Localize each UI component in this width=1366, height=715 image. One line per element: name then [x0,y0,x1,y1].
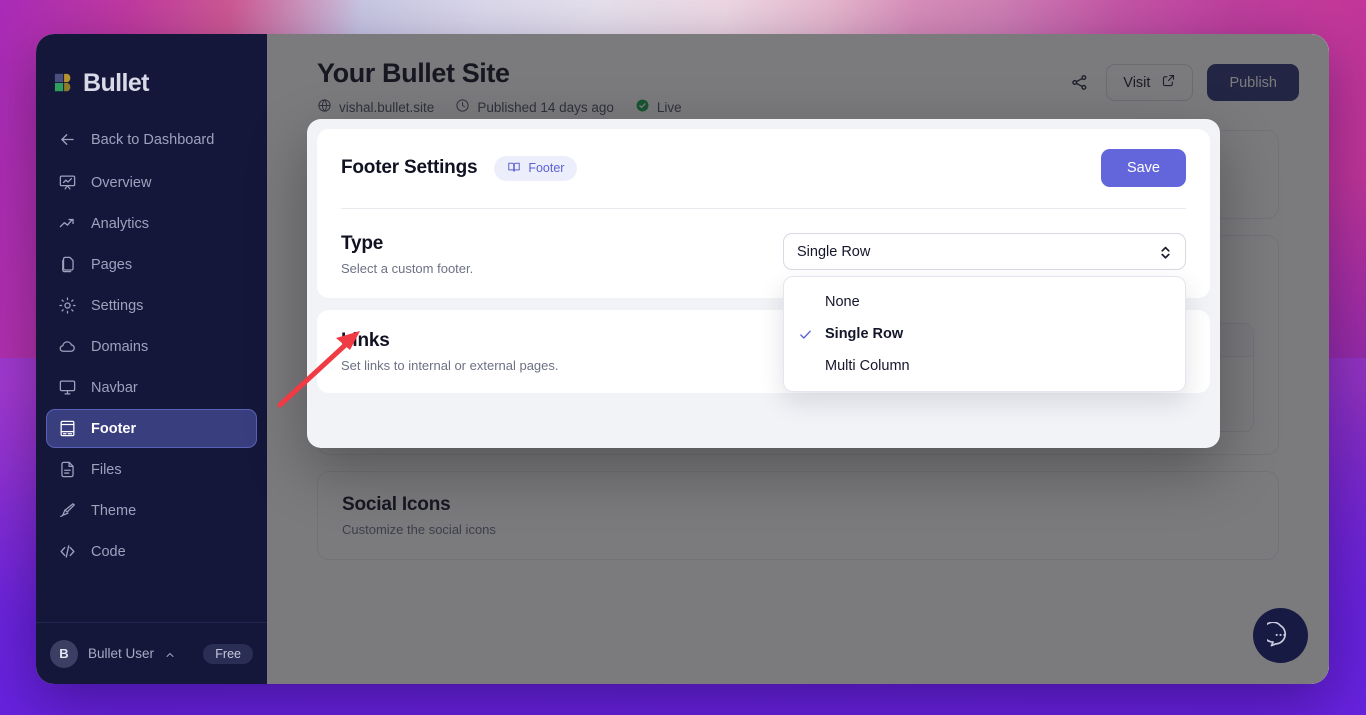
footer-settings-modal: Footer Settings Footer Save Type Select … [307,119,1220,448]
brand-logo[interactable]: Bullet [36,34,267,106]
file-icon [57,460,77,480]
cloud-icon [57,337,77,357]
sidebar-item-footer[interactable]: Footer [46,409,257,448]
chevron-up-icon[interactable] [164,648,176,660]
dropdown-option-none[interactable]: None [784,286,1185,318]
user-name: Bullet User [88,646,155,661]
monitor-icon [57,378,77,398]
chat-bubble-icon[interactable] [1253,608,1308,663]
sidebar: Bullet Back to Dashboard Overview Analyt [36,34,267,684]
sidebar-item-navbar[interactable]: Navbar [46,368,257,407]
dropdown-option-label: None [825,294,860,310]
brand-name: Bullet [83,68,149,97]
plan-badge[interactable]: Free [203,643,253,664]
footer-type-selected-value: Single Row [797,243,871,260]
documents-icon [57,255,77,275]
presentation-chart-icon [57,173,77,193]
sidebar-item-back-to-dashboard[interactable]: Back to Dashboard [46,120,257,159]
footer-docs-badge[interactable]: Footer [494,155,578,181]
sidebar-item-analytics[interactable]: Analytics [46,204,257,243]
code-brackets-icon [57,542,77,562]
footer-type-select[interactable]: Single Row [783,233,1186,270]
sidebar-item-label: Analytics [91,215,150,232]
sidebar-item-label: Code [91,543,126,560]
chevron-updown-icon [1159,244,1172,259]
sidebar-item-label: Settings [91,297,144,314]
gear-icon [57,296,77,316]
sidebar-user-section[interactable]: B Bullet User Free [36,622,267,684]
sidebar-item-label: Footer [91,420,137,437]
sidebar-item-files[interactable]: Files [46,450,257,489]
sidebar-item-overview[interactable]: Overview [46,163,257,202]
book-icon [507,160,521,177]
sidebar-item-label: Navbar [91,379,138,396]
modal-header-card: Footer Settings Footer Save Type Select … [317,129,1210,392]
dropdown-option-single-row[interactable]: Single Row [784,318,1185,350]
sidebar-item-theme[interactable]: Theme [46,491,257,530]
sidebar-item-label: Pages [91,256,133,273]
check-placeholder [798,295,813,310]
paintbrush-icon [57,501,77,521]
avatar: B [50,639,78,668]
sidebar-item-label: Theme [91,502,137,519]
modal-type-heading: Type [341,233,384,254]
save-button[interactable]: Save [1100,149,1186,187]
footer-type-dropdown: None Single Row Multi Column [783,276,1186,392]
footer-docs-badge-label: Footer [528,161,565,175]
type-setting-text: Type Select a custom footer. [341,233,473,276]
dropdown-option-multi-column[interactable]: Multi Column [784,350,1185,382]
sidebar-item-label: Back to Dashboard [91,131,215,148]
sidebar-nav: Back to Dashboard Overview Analytics Pag… [36,120,267,571]
modal-type-description: Select a custom footer. [341,261,474,276]
sidebar-item-pages[interactable]: Pages [46,245,257,284]
modal-title-wrap: Footer Settings Footer [341,155,578,181]
sidebar-item-domains[interactable]: Domains [46,327,257,366]
sidebar-item-label: Domains [91,338,149,355]
sidebar-item-label: Overview [91,174,152,191]
trending-up-icon [57,214,77,234]
arrow-left-icon [57,130,77,150]
footer-layout-icon [57,419,77,439]
check-placeholder [798,359,813,374]
type-setting-row: Type Select a custom footer. Single Row … [341,209,1186,392]
dropdown-option-label: Single Row [825,326,904,342]
footer-type-select-wrap: Single Row None Single Row Multi Column [783,233,1186,392]
sidebar-item-settings[interactable]: Settings [46,286,257,325]
sidebar-item-code[interactable]: Code [46,532,257,571]
sidebar-item-label: Files [91,461,122,478]
modal-title: Footer Settings [341,157,478,178]
check-icon [798,327,813,342]
bullet-logo-icon [54,72,76,94]
dropdown-option-label: Multi Column [825,358,910,374]
modal-topline: Footer Settings Footer Save [341,149,1186,187]
